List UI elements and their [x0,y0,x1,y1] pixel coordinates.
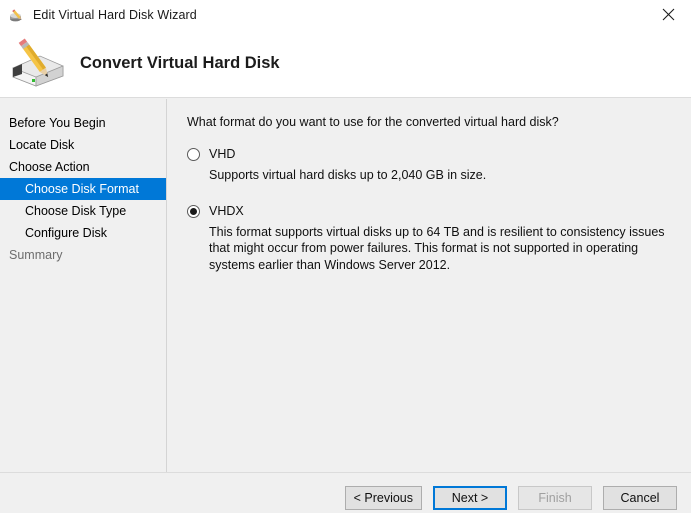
footer-button-row: < Previous Next > Finish Cancel [345,486,677,510]
disk-pencil-icon [9,7,25,23]
radio-label-vhdx: VHDX [209,204,244,219]
wizard-header: Convert Virtual Hard Disk [0,29,691,98]
disk-format-radio-group: VHD Supports virtual hard disks up to 2,… [187,147,681,273]
window-title: Edit Virtual Hard Disk Wizard [33,8,197,22]
radio-option-vhdx[interactable]: VHDX [187,204,681,219]
page-title: Convert Virtual Hard Disk [80,54,280,73]
radio-option-vhd[interactable]: VHD [187,147,681,162]
next-button[interactable]: Next > [433,486,507,510]
wizard-footer: < Previous Next > Finish Cancel [0,472,691,513]
body-area: Before You Begin Locate Disk Choose Acti… [0,99,691,472]
sidebar-item-summary: Summary [0,244,166,266]
close-icon[interactable] [646,0,691,29]
sidebar-item-choose-action[interactable]: Choose Action [0,156,166,178]
previous-button[interactable]: < Previous [345,486,422,510]
hard-disk-pencil-icon [10,38,66,88]
wizard-steps-sidebar: Before You Begin Locate Disk Choose Acti… [0,99,167,472]
titlebar: Edit Virtual Hard Disk Wizard [0,0,691,29]
radio-description-vhd: Supports virtual hard disks up to 2,040 … [209,167,681,184]
main-content-pane: What format do you want to use for the c… [168,99,691,472]
radio-button-vhdx-icon[interactable] [187,205,200,218]
finish-button: Finish [518,486,592,510]
radio-button-vhd-icon[interactable] [187,148,200,161]
sidebar-item-before-you-begin[interactable]: Before You Begin [0,112,166,134]
sidebar-item-choose-disk-format[interactable]: Choose Disk Format [0,178,166,200]
sidebar-item-configure-disk[interactable]: Configure Disk [0,222,166,244]
cancel-button[interactable]: Cancel [603,486,677,510]
radio-label-vhd: VHD [209,147,235,162]
format-question-label: What format do you want to use for the c… [187,115,681,129]
edit-virtual-hard-disk-wizard-window: Edit Virtual Hard Disk Wizard [0,0,691,513]
radio-description-vhdx: This format supports virtual disks up to… [209,224,681,274]
sidebar-item-locate-disk[interactable]: Locate Disk [0,134,166,156]
sidebar-item-choose-disk-type[interactable]: Choose Disk Type [0,200,166,222]
